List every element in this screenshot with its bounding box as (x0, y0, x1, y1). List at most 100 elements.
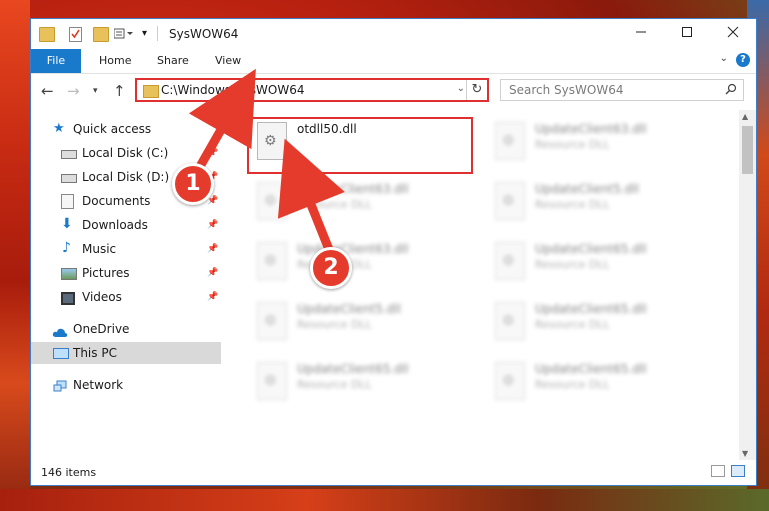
file-item[interactable]: ⚙ UpdateClient65.dll Resource DLL (485, 236, 705, 292)
file-item[interactable]: ⚙ UpdateClient63.dll Resource DLL (485, 116, 705, 172)
vertical-scrollbar[interactable]: ▲ ▼ (739, 110, 756, 460)
file-type: Resource DLL (535, 378, 610, 391)
minimize-button[interactable] (618, 19, 664, 49)
tab-view[interactable]: View (215, 49, 241, 73)
file-item[interactable]: ⚙ UpdateClient5.dll Resource DLL (247, 296, 467, 352)
tab-share[interactable]: Share (157, 49, 189, 73)
scroll-thumb[interactable] (742, 126, 753, 174)
sidebar-item-quick-access[interactable]: ★ Quick access (31, 118, 221, 140)
pin-icon[interactable]: 📌 (207, 286, 218, 308)
music-icon: ♪ (62, 240, 71, 256)
address-bar[interactable]: C:\Windows\SysWOW64 ⌄ ↻ (135, 78, 489, 102)
sidebar-item-label: Downloads (82, 218, 148, 232)
sidebar-item-label: This PC (73, 346, 117, 360)
desktop-background-bottom (0, 489, 769, 511)
pin-icon[interactable]: 📌 (207, 142, 218, 164)
dll-file-icon: ⚙ (495, 362, 525, 400)
search-box[interactable]: Search SysWOW64 (500, 79, 744, 101)
documents-icon (61, 194, 74, 209)
expand-ribbon-icon[interactable]: ⌄ (720, 53, 728, 64)
sidebar-item-label: Music (82, 242, 117, 256)
sidebar-item-onedrive[interactable]: OneDrive (31, 318, 221, 340)
pin-icon[interactable]: 📌 (207, 262, 218, 284)
folder-icon (143, 85, 159, 98)
navigation-bar: ← → ▾ ↑ C:\Windows\SysWOW64 ⌄ ↻ Search S… (31, 74, 756, 110)
file-name: UpdateClient65.dll (535, 362, 647, 376)
details-view-icon[interactable] (711, 465, 725, 477)
file-explorer-window: ▾ SysWOW64 File Home Share View ⌄ ? ← → … (30, 18, 757, 486)
drive-icon (61, 174, 77, 183)
sidebar-item-this-pc[interactable]: This PC (31, 342, 221, 364)
quick-access-dropdown-icon[interactable]: ▾ (142, 27, 150, 40)
customize-toolbar-icon[interactable] (113, 27, 134, 40)
status-bar: 146 items (31, 460, 756, 485)
large-icons-view-icon[interactable] (731, 465, 745, 477)
search-placeholder[interactable]: Search SysWOW64 (509, 83, 623, 97)
search-icon[interactable] (725, 83, 737, 98)
file-name: UpdateClient5.dll (535, 182, 639, 196)
dll-file-icon: ⚙ (257, 362, 287, 400)
sidebar-item-pictures[interactable]: Pictures 📌 (31, 262, 221, 284)
videos-icon (61, 292, 75, 305)
file-name: UpdateClient63.dll (297, 182, 409, 196)
title-divider (157, 26, 158, 41)
sidebar-item-label: Videos (82, 290, 122, 304)
dll-file-icon: ⚙ (257, 182, 287, 220)
sidebar-item-network[interactable]: Network (31, 374, 221, 396)
maximize-button[interactable] (664, 19, 710, 49)
file-item[interactable]: ⚙ UpdateClient65.dll Resource DLL (485, 356, 705, 412)
dll-file-icon: ⚙ (495, 302, 525, 340)
minimize-icon (636, 31, 646, 33)
file-type: Resource DLL (535, 318, 610, 331)
file-type: Resource DLL (297, 198, 372, 211)
sidebar-item-label: Local Disk (D:) (82, 170, 170, 184)
sidebar-item-downloads[interactable]: ⬇ Downloads 📌 (31, 214, 221, 236)
sidebar-item-label: OneDrive (73, 322, 130, 336)
file-item[interactable]: ⚙ UpdateClient65.dll Resource DLL (485, 296, 705, 352)
cloud-icon (52, 323, 68, 337)
dll-file-icon: ⚙ (495, 122, 525, 160)
scroll-up-icon[interactable]: ▲ (742, 112, 748, 121)
file-type: Resource DLL (535, 138, 610, 151)
tab-file[interactable]: File (31, 49, 81, 73)
file-name: UpdateClient65.dll (297, 362, 409, 376)
file-item[interactable]: ⚙ UpdateClient65.dll Resource DLL (247, 356, 467, 412)
file-name: UpdateClient5.dll (297, 302, 401, 316)
scroll-down-icon[interactable]: ▼ (742, 449, 748, 458)
file-name: UpdateClient63.dll (535, 122, 647, 136)
tab-home[interactable]: Home (99, 49, 131, 73)
file-item[interactable]: ⚙ UpdateClient5.dll Resource DLL (485, 176, 705, 232)
close-button[interactable] (710, 19, 756, 49)
sidebar-item-label: Network (73, 378, 124, 392)
address-path[interactable]: C:\Windows\SysWOW64 (161, 83, 305, 97)
recent-locations-icon[interactable]: ▾ (93, 86, 98, 96)
refresh-icon[interactable]: ↻ (466, 80, 487, 100)
pictures-icon (61, 268, 77, 280)
desktop-background-left (0, 0, 30, 511)
item-count: 146 items (41, 466, 97, 479)
dll-file-icon: ⚙ (495, 182, 525, 220)
pin-icon[interactable]: 📌 (207, 238, 218, 260)
sidebar-item-label: Pictures (82, 266, 130, 280)
ribbon-tabs: File Home Share View ⌄ ? (31, 49, 756, 74)
sidebar-item-label: Quick access (73, 122, 152, 136)
folder-icon (39, 27, 55, 42)
new-folder-icon[interactable] (93, 27, 109, 42)
computer-icon (53, 348, 69, 359)
sidebar-item-music[interactable]: ♪ Music 📌 (31, 238, 221, 260)
address-dropdown-icon[interactable]: ⌄ (457, 83, 465, 94)
properties-icon[interactable] (69, 27, 82, 42)
network-icon (53, 378, 67, 392)
file-item[interactable]: ⚙ UpdateClient63.dll Resource DLL (247, 236, 467, 292)
download-icon: ⬇ (61, 216, 73, 232)
file-name: UpdateClient65.dll (535, 302, 647, 316)
sidebar-item-videos[interactable]: Videos 📌 (31, 286, 221, 308)
sidebar-item-local-disk-c[interactable]: Local Disk (C:) 📌 (31, 142, 221, 164)
help-button[interactable]: ? (736, 53, 750, 67)
back-arrow-icon[interactable]: ← (41, 82, 54, 100)
file-item[interactable]: ⚙ UpdateClient63.dll Resource DLL (247, 176, 467, 232)
pin-icon[interactable]: 📌 (207, 214, 218, 236)
file-type: Resource DLL (535, 198, 610, 211)
forward-arrow-icon[interactable]: → (67, 82, 80, 100)
up-arrow-icon[interactable]: ↑ (113, 82, 126, 100)
